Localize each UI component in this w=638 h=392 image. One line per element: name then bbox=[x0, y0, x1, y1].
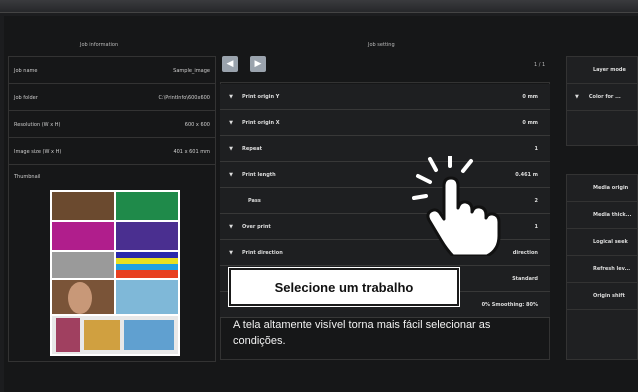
color-row[interactable]: ▼ Color for ... bbox=[567, 84, 637, 111]
expand-icon: ▼ bbox=[229, 249, 233, 256]
job-info-heading: Job information bbox=[80, 42, 119, 48]
job-folder-row: Job folder C:\PrintInfo\600x600 bbox=[8, 85, 216, 111]
image-size-value: 401 x 601 mm bbox=[173, 148, 210, 155]
expand-icon: ▼ bbox=[229, 119, 233, 126]
expand-icon: ▼ bbox=[229, 93, 233, 100]
image-size-label: Image size (W x H) bbox=[14, 148, 62, 155]
job-setting-heading: Job setting bbox=[368, 42, 395, 48]
job-folder-value: C:\PrintInfo\600x600 bbox=[158, 94, 210, 101]
resolution-row: Resolution (W x H) 600 x 600 bbox=[8, 112, 216, 138]
layer-panel: Layer mode ▼ Color for ... bbox=[566, 56, 638, 146]
media-origin-row[interactable]: Media origin bbox=[567, 175, 637, 202]
expand-icon: ▼ bbox=[229, 145, 233, 152]
job-name-value: Sample_image bbox=[173, 67, 210, 74]
title-bar bbox=[0, 0, 638, 13]
image-size-row: Image size (W x H) 401 x 601 mm bbox=[8, 139, 216, 165]
refresh-level-row[interactable]: Refresh lev... bbox=[567, 256, 637, 283]
origin-shift-row[interactable]: Origin shift bbox=[567, 283, 637, 310]
job-name-label: Job name bbox=[14, 67, 38, 74]
layer-mode-row[interactable]: Layer mode bbox=[567, 57, 637, 84]
job-name-row: Job name Sample_image bbox=[8, 58, 216, 84]
expand-icon: ▼ bbox=[229, 223, 233, 230]
expand-icon: ▼ bbox=[575, 94, 579, 100]
job-folder-label: Job folder bbox=[14, 94, 38, 101]
resolution-value: 600 x 600 bbox=[184, 121, 210, 128]
media-panel: Media origin Media thick... Logical seek… bbox=[566, 174, 638, 360]
thumbnail-image bbox=[50, 190, 180, 356]
resolution-label: Resolution (W x H) bbox=[14, 121, 61, 128]
tap-hand-icon bbox=[412, 156, 501, 256]
setting-row-print-origin-x[interactable]: ▼ Print origin X 0 mm bbox=[220, 110, 550, 136]
setting-row-print-origin-y[interactable]: ▼ Print origin Y 0 mm bbox=[220, 84, 550, 110]
media-thickness-row[interactable]: Media thick... bbox=[567, 202, 637, 229]
next-page-button[interactable]: ▶ bbox=[250, 56, 266, 72]
logical-seek-row[interactable]: Logical seek bbox=[567, 229, 637, 256]
select-job-callout: Selecione um trabalho bbox=[228, 267, 460, 307]
prev-page-button[interactable]: ◀ bbox=[222, 56, 238, 72]
page-indicator: 1 / 1 bbox=[534, 62, 546, 68]
thumbnail-label: Thumbnail bbox=[14, 174, 41, 180]
expand-icon: ▼ bbox=[229, 171, 233, 178]
callout-description: A tela altamente visível torna mais fáci… bbox=[233, 319, 491, 347]
